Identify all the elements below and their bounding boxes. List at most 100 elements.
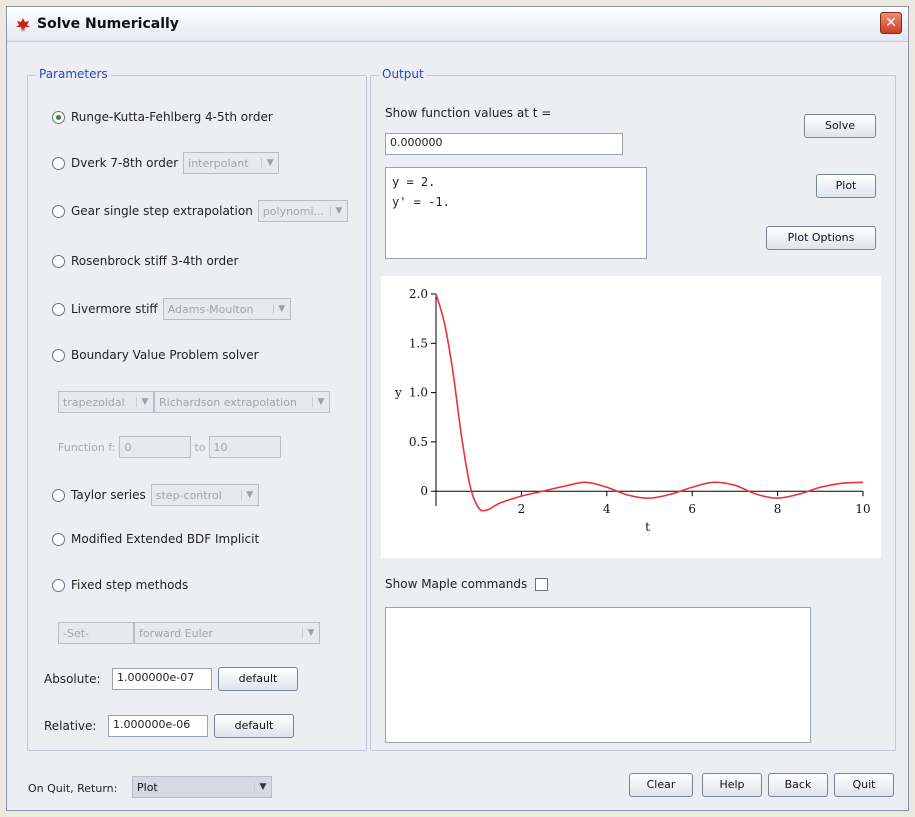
method-mebdfi[interactable]: Modified Extended BDF Implicit — [52, 532, 259, 546]
clear-button[interactable]: Clear — [629, 773, 693, 797]
help-button[interactable]: Help — [702, 773, 762, 797]
radio-button[interactable] — [52, 348, 65, 362]
bvp-from-field: 0 — [119, 436, 192, 458]
method-label: Rosenbrock stiff 3-4th order — [71, 254, 239, 268]
method-label: Fixed step methods — [71, 578, 189, 592]
method-label: Dverk 7-8th order — [71, 156, 179, 170]
radio-button[interactable] — [52, 578, 65, 592]
x-tick-label: 2 — [518, 502, 526, 516]
quit-button[interactable]: Quit — [834, 773, 894, 797]
method-label: Runge-Kutta-Fehlberg 4-5th order — [71, 110, 273, 124]
bvp-options: trapezoidal ▼ Richardson extrapolation ▼ — [58, 391, 330, 413]
relative-tolerance-input[interactable]: 1.000000e-06 — [108, 715, 208, 737]
y-tick-label: 1.0 — [409, 386, 428, 400]
solve-button[interactable]: Solve — [804, 114, 876, 138]
radio-button[interactable] — [52, 156, 65, 170]
chevron-down-icon: ▼ — [329, 206, 347, 216]
x-tick-label: 8 — [774, 502, 782, 516]
chevron-down-icon: ▼ — [254, 782, 271, 792]
chevron-down-icon: ▼ — [272, 304, 290, 314]
series-line — [435, 293, 864, 512]
relative-default-button[interactable]: default — [214, 714, 294, 738]
bvp-method-combo: trapezoidal ▼ — [58, 391, 154, 413]
show-maple-checkbox[interactable] — [535, 578, 548, 591]
gear-combo: polynomi... ▼ — [257, 200, 348, 222]
radio-button[interactable] — [52, 532, 65, 546]
radio-button[interactable] — [52, 488, 65, 502]
dverk-combo: interpolant ▼ — [183, 152, 280, 174]
y-tick-label: 2.0 — [409, 287, 428, 301]
method-taylor[interactable]: Taylor series step-control ▼ — [52, 484, 259, 506]
output-group: Output Show function values at t = 0.000… — [370, 67, 896, 751]
method-label: Livermore stiff — [71, 302, 158, 316]
method-label: Gear single step extrapolation — [71, 204, 253, 218]
radio-button[interactable] — [52, 110, 65, 124]
combo-value: 10 — [213, 440, 228, 454]
method-gear[interactable]: Gear single step extrapolation polynomi.… — [52, 200, 348, 222]
combo-value: trapezoidal — [63, 395, 125, 409]
fixed-step-options: -Set- forward Euler ▼ — [58, 622, 320, 644]
bvp-to-label: to — [194, 440, 206, 454]
close-button[interactable]: ✕ — [880, 12, 902, 34]
combo-value: polynomi... — [262, 204, 325, 218]
maple-commands-area — [385, 607, 811, 743]
method-livermore[interactable]: Livermore stiff Adams-Moulton ▼ — [52, 298, 291, 320]
combo-value: -Set- — [63, 626, 90, 640]
bvp-range: Function f: 0 to 10 — [58, 436, 281, 458]
on-quit-label: On Quit, Return: — [28, 782, 118, 795]
y-axis-label: y — [394, 386, 402, 400]
combo-value: Plot — [137, 780, 158, 794]
chevron-down-icon: ▼ — [136, 397, 153, 407]
absolute-default-button[interactable]: default — [218, 667, 298, 691]
method-bvp[interactable]: Boundary Value Problem solver — [52, 348, 259, 362]
show-maple-label: Show Maple commands — [385, 577, 528, 591]
absolute-label: Absolute: — [44, 672, 101, 686]
on-quit-select[interactable]: Plot ▼ — [132, 776, 272, 798]
radio-button[interactable] — [52, 254, 65, 268]
method-rkf45[interactable]: Runge-Kutta-Fehlberg 4-5th order — [52, 110, 273, 124]
results-area: y = 2. y' = -1. — [385, 167, 647, 259]
combo-value: Richardson extrapolation — [159, 395, 297, 409]
plot-canvas: 2 4 6 8 10 0 0.5 1.0 1.5 2.0 t y — [394, 287, 871, 534]
method-dverk78[interactable]: Dverk 7-8th order interpolant ▼ — [52, 152, 280, 174]
plot-options-button[interactable]: Plot Options — [766, 226, 876, 250]
radio-button[interactable] — [52, 302, 65, 316]
relative-label: Relative: — [44, 719, 97, 733]
close-icon: ✕ — [885, 15, 897, 31]
method-label: Modified Extended BDF Implicit — [71, 532, 260, 546]
livermore-combo: Adams-Moulton ▼ — [162, 298, 291, 320]
radio-button[interactable] — [52, 204, 65, 218]
back-button[interactable]: Back — [768, 773, 828, 797]
t-value-input[interactable]: 0.000000 — [385, 133, 623, 155]
solution-plot: 2 4 6 8 10 0 0.5 1.0 1.5 2.0 t y — [381, 276, 881, 558]
result-line: y = 2. — [392, 175, 436, 189]
maple-leaf-icon — [15, 17, 31, 36]
plot-button[interactable]: Plot — [816, 174, 876, 198]
title-bar: Solve Numerically ✕ — [7, 7, 908, 42]
method-rosenbrock[interactable]: Rosenbrock stiff 3-4th order — [52, 254, 238, 268]
combo-value: forward Euler — [139, 626, 213, 640]
y-tick-label: 1.5 — [409, 336, 428, 350]
method-fixed-step[interactable]: Fixed step methods — [52, 578, 188, 592]
combo-value: 0 — [124, 440, 132, 454]
chevron-down-icon: ▼ — [261, 158, 278, 168]
absolute-tolerance-input[interactable]: 1.000000e-07 — [112, 668, 212, 690]
fixed-set-combo: -Set- — [58, 622, 134, 644]
chevron-down-icon: ▼ — [302, 628, 319, 638]
combo-value: interpolant — [188, 156, 249, 170]
output-legend: Output — [379, 67, 427, 81]
fixed-method-combo: forward Euler ▼ — [134, 622, 320, 644]
window-title: Solve Numerically — [37, 16, 179, 32]
chevron-down-icon: ▼ — [240, 490, 258, 500]
taylor-combo: step-control ▼ — [150, 484, 259, 506]
solve-numerically-window: Solve Numerically ✕ Parameters Runge-Kut… — [6, 6, 909, 811]
method-label: Taylor series — [71, 488, 146, 502]
y-tick-label: 0.5 — [409, 435, 428, 449]
show-values-label: Show function values at t = — [385, 106, 552, 120]
result-line: y' = -1. — [392, 195, 450, 209]
x-tick-label: 10 — [855, 502, 870, 516]
x-axis-label: t — [645, 520, 650, 534]
y-tick-label: 0 — [420, 484, 428, 498]
combo-value: step-control — [155, 488, 222, 502]
combo-value: Adams-Moulton — [167, 302, 254, 316]
